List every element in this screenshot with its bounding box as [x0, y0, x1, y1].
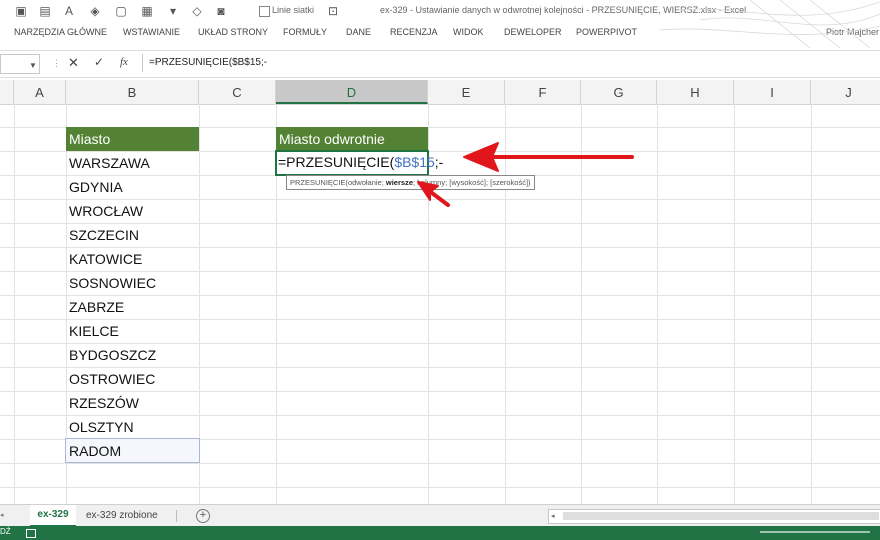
- scroll-left-icon[interactable]: ◂: [551, 510, 555, 523]
- formula-bar-separator-icon: ⋮: [52, 58, 61, 68]
- gridlines-label: Linie siatki: [272, 5, 315, 15]
- worksheet-grid[interactable]: A B C D E F G H I J Miasto Miasto odwrot…: [0, 80, 880, 504]
- formula-prefix: =PRZESUNIĘCIE(: [278, 154, 395, 170]
- gridline: [734, 104, 735, 504]
- name-box[interactable]: ▼: [0, 54, 40, 74]
- select-all-corner[interactable]: [0, 80, 14, 104]
- tooltip-function: PRZESUNIĘCIE(: [290, 178, 348, 187]
- chevron-down-icon[interactable]: ▼: [29, 61, 37, 70]
- tab-formulas[interactable]: FORMUŁY: [283, 27, 327, 37]
- scrollbar-thumb[interactable]: [563, 512, 879, 520]
- city-cell[interactable]: GDYNIA: [66, 175, 199, 199]
- city-cell[interactable]: BYDGOSZCZ: [66, 343, 199, 367]
- city-cell[interactable]: KATOWICE: [66, 247, 199, 271]
- insert-function-icon[interactable]: fx: [120, 56, 128, 68]
- add-sheet-icon[interactable]: +: [196, 509, 210, 523]
- filter-icon[interactable]: ▾: [166, 4, 180, 18]
- tab-data[interactable]: DANE: [346, 27, 371, 37]
- tooltip-rest: ; kolumny; [wysokość]; [szerokość]): [413, 178, 531, 187]
- city-cell[interactable]: KIELCE: [66, 319, 199, 343]
- gridline: [0, 487, 880, 488]
- status-bar: DŹ: [0, 526, 880, 540]
- ribbon-decoration: [660, 0, 880, 48]
- column-header-j[interactable]: J: [811, 80, 880, 104]
- zoom-slider[interactable]: [760, 531, 870, 533]
- city-cell[interactable]: OLSZTYN: [66, 415, 199, 439]
- column-header-d[interactable]: D: [276, 80, 428, 104]
- tab-developer[interactable]: DEWELOPER: [504, 27, 562, 37]
- print-icon[interactable]: ▤: [38, 4, 52, 18]
- tab-review[interactable]: RECENZJA: [390, 27, 438, 37]
- chart-icon[interactable]: ▦: [140, 4, 154, 18]
- sheet-tab[interactable]: ex-329 zrobione: [86, 505, 158, 527]
- save-icon[interactable]: ▣: [14, 4, 28, 18]
- sheet-tab-bar: ◂ ex-329 ex-329 zrobione + ◂: [0, 504, 880, 527]
- tab-scroll-left-icon[interactable]: ◂: [0, 505, 6, 527]
- tab-divider: [176, 510, 177, 522]
- tooltip-arg: odwołanie;: [347, 178, 386, 187]
- city-cell[interactable]: ZABRZE: [66, 295, 199, 319]
- city-cell[interactable]: OSTROWIEC: [66, 367, 199, 391]
- column-header-f[interactable]: F: [505, 80, 581, 104]
- gridlines-checkbox[interactable]: [259, 6, 270, 17]
- city-cell[interactable]: WROCŁAW: [66, 199, 199, 223]
- column-headers: A B C D E F G H I J: [0, 80, 880, 105]
- format-icon[interactable]: ▢: [114, 4, 128, 18]
- more-icon[interactable]: ⊡: [326, 4, 340, 18]
- fill-color-icon[interactable]: ◈: [88, 4, 102, 18]
- tab-home[interactable]: NARZĘDZIA GŁÓWNE: [14, 27, 107, 37]
- tab-view[interactable]: WIDOK: [453, 27, 484, 37]
- formula-bar: ▼ ⋮ ✕ ✓ fx =PRZESUNIĘCIE($B$15;-: [0, 50, 880, 78]
- column-header-a[interactable]: A: [14, 80, 66, 104]
- tab-powerpivot[interactable]: POWERPIVOT: [576, 27, 637, 37]
- gridline: [0, 463, 880, 464]
- tab-insert[interactable]: WSTAWIANIE: [123, 27, 180, 37]
- horizontal-scrollbar[interactable]: ◂: [548, 509, 880, 524]
- font-color-icon[interactable]: A: [62, 4, 76, 18]
- gridline: [811, 104, 812, 504]
- city-cell[interactable]: RZESZÓW: [66, 391, 199, 415]
- gridline: [505, 104, 506, 504]
- editing-cell-d3[interactable]: =PRZESUNIĘCIE($B$15;-: [275, 150, 443, 176]
- status-mode: DŹ: [0, 527, 11, 536]
- city-cell[interactable]: SZCZECIN: [66, 223, 199, 247]
- function-tooltip[interactable]: PRZESUNIĘCIE(odwołanie; wiersze; kolumny…: [286, 175, 535, 190]
- gridline: [657, 104, 658, 504]
- camera-icon[interactable]: ◙: [214, 4, 228, 18]
- cell-d2-header[interactable]: Miasto odwrotnie: [276, 127, 428, 151]
- column-header-h[interactable]: H: [657, 80, 734, 104]
- enter-icon[interactable]: ✓: [94, 55, 104, 69]
- column-header-i[interactable]: I: [734, 80, 811, 104]
- formula-suffix: ;-: [434, 154, 444, 170]
- gridline: [581, 104, 582, 504]
- formula-reference: $B$15: [394, 154, 435, 170]
- city-cell[interactable]: WARSZAWA: [66, 151, 199, 175]
- eraser-icon[interactable]: ◇: [190, 4, 204, 18]
- gridline: [14, 104, 15, 504]
- formula-input[interactable]: =PRZESUNIĘCIE($B$15;-: [142, 54, 880, 72]
- city-cell[interactable]: SOSNOWIEC: [66, 271, 199, 295]
- city-cell-referenced[interactable]: RADOM: [65, 438, 200, 463]
- cancel-icon[interactable]: ✕: [68, 55, 79, 71]
- column-header-c[interactable]: C: [199, 80, 276, 104]
- column-header-g[interactable]: G: [581, 80, 657, 104]
- cell-b2-header[interactable]: Miasto: [66, 127, 199, 151]
- sheet-tab-active[interactable]: ex-329: [30, 505, 76, 527]
- tooltip-current-arg: wiersze: [385, 178, 413, 187]
- tab-page-layout[interactable]: UKŁAD STRONY: [198, 27, 268, 37]
- column-header-b[interactable]: B: [66, 80, 199, 104]
- macro-record-icon[interactable]: [26, 529, 36, 538]
- column-header-e[interactable]: E: [428, 80, 505, 104]
